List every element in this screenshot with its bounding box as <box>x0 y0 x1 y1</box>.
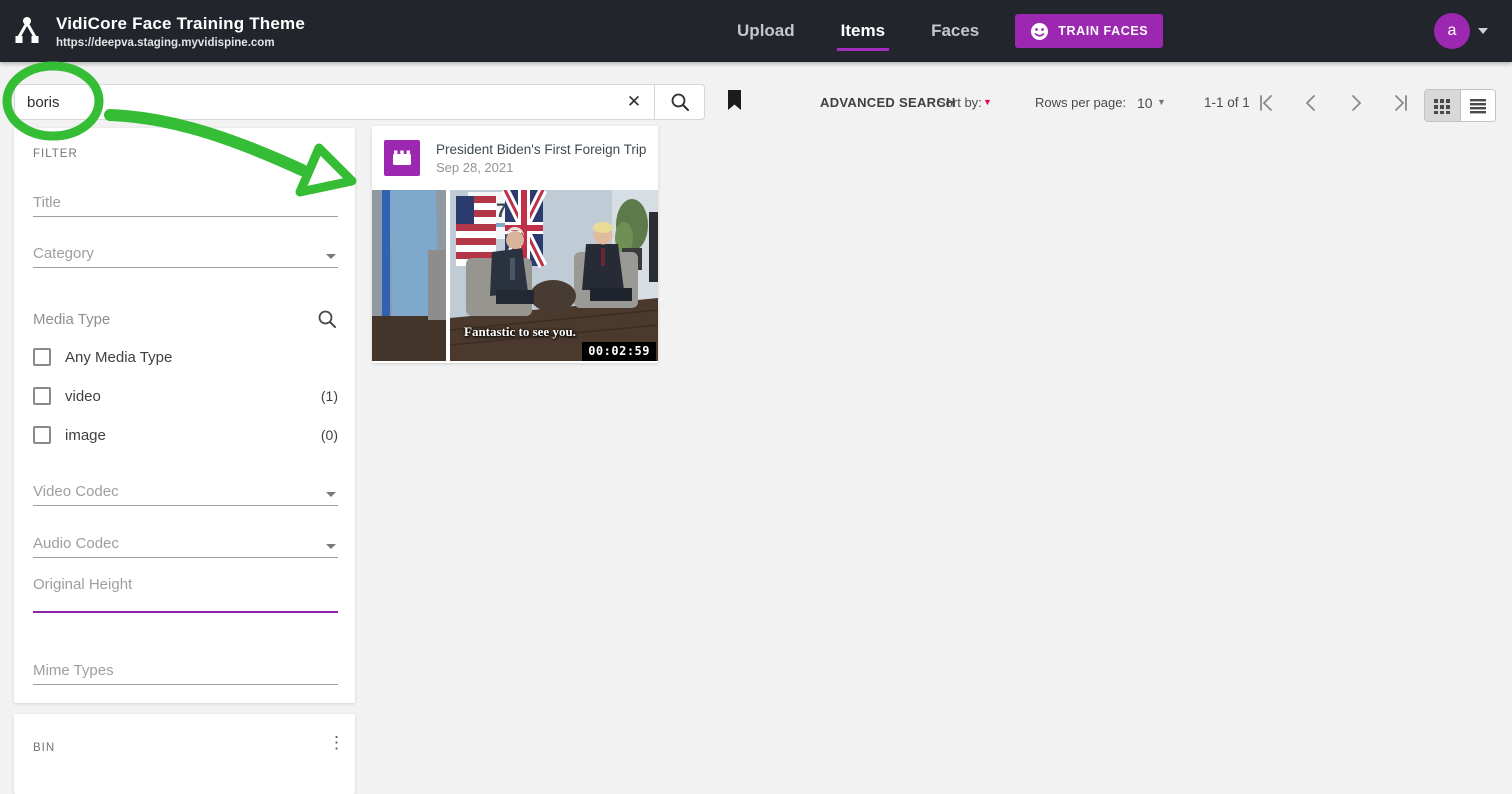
first-page-button[interactable] <box>1253 91 1279 117</box>
next-page-button[interactable] <box>1343 91 1369 117</box>
app-url: https://deepva.staging.myvidispine.com <box>56 36 275 49</box>
view-toggle-group <box>1424 89 1496 122</box>
main-nav: Upload Items Faces <box>735 15 981 51</box>
bin-panel: BIN ⋮ <box>14 714 355 794</box>
bookmark-icon <box>728 90 741 110</box>
search-toolbar: ✕ ADVANCED SEARCH Sort by: ▼ Rows per pa… <box>0 62 1512 126</box>
sort-by-label[interactable]: Sort by: <box>937 95 982 110</box>
filter-panel: FILTER Title Category Media Type Any Med… <box>14 128 355 703</box>
save-search-button[interactable] <box>727 90 742 114</box>
rows-per-page-label: Rows per page: <box>1035 95 1127 110</box>
app-header: VidiCore Face Training Theme https://dee… <box>0 0 1512 62</box>
media-type-search-icon[interactable] <box>316 308 338 330</box>
category-filter-select[interactable]: Category <box>33 245 338 268</box>
nav-tab-faces[interactable]: Faces <box>929 15 981 47</box>
checkbox-icon[interactable] <box>33 348 51 366</box>
checkbox-icon[interactable] <box>33 387 51 405</box>
nav-tab-upload[interactable]: Upload <box>735 15 797 47</box>
media-type-row: Media Type <box>33 308 338 330</box>
media-type-label: Media Type <box>33 310 111 328</box>
checkbox-icon[interactable] <box>33 426 51 444</box>
clear-search-button[interactable]: ✕ <box>614 85 654 119</box>
checkbox-row-image[interactable]: image (0) <box>33 426 338 444</box>
movie-icon <box>384 140 420 176</box>
item-date: Sep 28, 2021 <box>436 159 514 175</box>
video-codec-select[interactable]: Video Codec <box>33 483 338 506</box>
search-input[interactable] <box>15 93 614 111</box>
checkbox-row-any-media-type[interactable]: Any Media Type <box>33 348 338 366</box>
item-title: President Biden's First Foreign Trip <box>436 141 647 157</box>
train-faces-button[interactable]: TRAIN FACES <box>1015 14 1164 48</box>
face-icon <box>1031 22 1049 40</box>
audio-codec-select[interactable]: Audio Codec <box>33 535 338 558</box>
list-view-icon <box>1469 98 1486 113</box>
sort-by-caret-icon[interactable]: ▼ <box>983 97 992 107</box>
first-page-icon <box>1260 95 1272 111</box>
item-card-header: President Biden's First Foreign Trip Sep… <box>372 126 658 190</box>
mime-types-input[interactable]: Mime Types <box>33 662 338 685</box>
list-view-button[interactable] <box>1459 90 1495 121</box>
chevron-down-icon <box>326 492 336 497</box>
search-button[interactable] <box>654 85 704 119</box>
search-box: ✕ <box>14 84 705 120</box>
grid-view-icon <box>1434 98 1451 114</box>
subtitle-caption: Fantastic to see you. <box>464 324 576 339</box>
bin-menu-button[interactable]: ⋮ <box>328 734 345 751</box>
pagination-range: 1-1 of 1 <box>1204 95 1250 110</box>
vidispine-logo-icon <box>15 17 39 43</box>
video-thumbnail[interactable]: G7 <box>372 190 658 361</box>
chevron-left-icon <box>1305 95 1315 111</box>
user-menu-caret-icon[interactable] <box>1478 28 1488 34</box>
prev-page-button[interactable] <box>1298 91 1324 117</box>
app-title: VidiCore Face Training Theme <box>56 13 306 33</box>
nav-tab-items[interactable]: Items <box>836 15 890 51</box>
original-height-input[interactable]: Original Height <box>33 576 338 613</box>
title-filter-input[interactable]: Title <box>33 194 338 217</box>
chevron-down-icon <box>326 544 336 549</box>
advanced-search-button[interactable]: ADVANCED SEARCH <box>820 95 956 110</box>
rows-per-page-value[interactable]: 10 <box>1137 95 1153 111</box>
user-avatar[interactable]: a <box>1434 13 1470 49</box>
rows-per-page-caret-icon[interactable]: ▼ <box>1157 97 1166 107</box>
last-page-icon <box>1395 95 1407 111</box>
chevron-right-icon <box>1352 95 1362 111</box>
train-faces-label: TRAIN FACES <box>1058 24 1149 38</box>
chevron-down-icon <box>326 254 336 259</box>
checkbox-row-video[interactable]: video (1) <box>33 387 338 405</box>
item-card[interactable]: President Biden's First Foreign Trip Sep… <box>372 126 658 363</box>
last-page-button[interactable] <box>1388 91 1414 117</box>
filter-heading: FILTER <box>33 148 78 160</box>
search-icon <box>671 93 689 111</box>
bin-heading: BIN <box>33 742 56 754</box>
duration-badge: 00:02:59 <box>582 342 656 361</box>
grid-view-button[interactable] <box>1425 90 1460 121</box>
